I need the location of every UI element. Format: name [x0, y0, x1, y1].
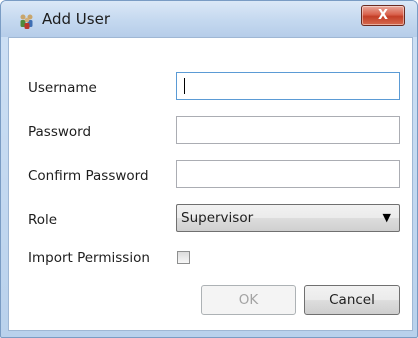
window-title: Add User: [42, 10, 110, 28]
cancel-button[interactable]: Cancel: [304, 285, 400, 315]
import-permission-label: Import Permission: [28, 250, 150, 266]
password-input[interactable]: [176, 116, 400, 144]
dropdown-arrow-icon: ▼: [382, 211, 391, 224]
role-select[interactable]: Supervisor ▼: [176, 204, 400, 232]
import-permission-checkbox[interactable]: [177, 251, 190, 264]
add-user-dialog: Add User X Username Password Confirm Pas…: [0, 0, 418, 338]
close-button[interactable]: X: [361, 5, 405, 26]
username-input[interactable]: [176, 72, 400, 100]
role-select-value: Supervisor: [181, 210, 254, 226]
role-label: Role: [28, 212, 58, 228]
dialog-body: Username Password Confirm Password Role …: [8, 37, 413, 331]
users-group-icon: [20, 14, 33, 29]
text-caret: [184, 78, 185, 94]
confirm-password-input[interactable]: [176, 160, 400, 188]
password-label: Password: [28, 124, 92, 140]
username-label: Username: [28, 80, 97, 96]
ok-button[interactable]: OK: [201, 285, 296, 315]
close-icon: X: [377, 8, 389, 23]
title-bar[interactable]: Add User X: [1, 1, 417, 37]
confirm-password-label: Confirm Password: [28, 168, 149, 184]
